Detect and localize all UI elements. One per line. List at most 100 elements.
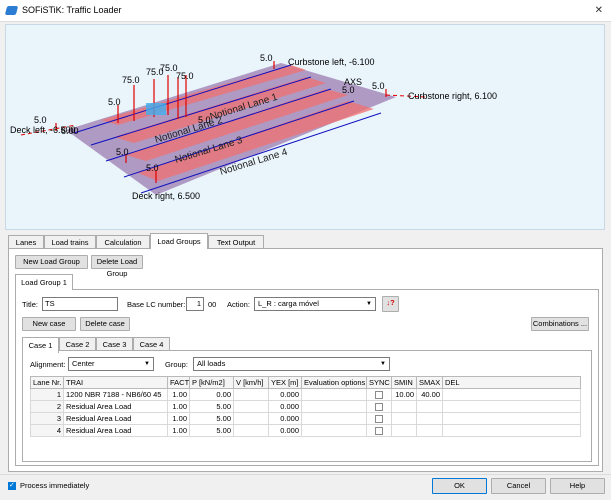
sync-checkbox[interactable] [375, 415, 383, 423]
ok-button[interactable]: OK [432, 478, 487, 494]
new-case-button[interactable]: New case [22, 317, 76, 331]
col-smin: SMIN [391, 376, 417, 389]
tab-load-group-1[interactable]: Load Group 1 [15, 274, 73, 290]
action-select[interactable]: L_R : carga móvel ▼ [254, 297, 376, 311]
tab-load-trains[interactable]: Load trains [44, 235, 96, 249]
sync-checkbox[interactable] [375, 391, 383, 399]
combinations-button[interactable]: Combinations ... [531, 317, 589, 331]
cell-v[interactable] [233, 424, 269, 437]
bridge-deck-drawing: Notional Lane 1 Notional Lane 2 Notional… [10, 53, 497, 201]
cell-sync[interactable] [366, 412, 392, 425]
cell-eval[interactable] [301, 388, 367, 401]
cases-table[interactable]: Lane Nr. TRAI FACT P [kN/m2] V [km/h] YE… [30, 376, 581, 437]
action-info-button[interactable]: ↓? [382, 296, 399, 312]
deck-left-num: 6.00 [61, 126, 79, 136]
col-yex: YEX [m] [268, 376, 302, 389]
col-lane-nr: Lane Nr. [30, 376, 64, 389]
cell-fact[interactable]: 1.00 [167, 400, 190, 413]
cell-trai[interactable]: Residual Area Load [63, 412, 168, 425]
cell-fact[interactable]: 1.00 [167, 388, 190, 401]
col-eval: Evaluation options [301, 376, 367, 389]
cell-smin[interactable] [391, 424, 417, 437]
tab-text-output[interactable]: Text Output [208, 235, 264, 249]
cell-yex[interactable]: 0.000 [268, 388, 302, 401]
cell-del[interactable] [442, 400, 581, 413]
base-lc-input[interactable]: 1 [186, 297, 204, 311]
cell-del[interactable] [442, 424, 581, 437]
process-immediately-checkbox[interactable] [8, 481, 16, 490]
col-sync: SYNC [366, 376, 392, 389]
tab-lanes[interactable]: Lanes [8, 235, 44, 249]
table-row[interactable]: 3 Residual Area Load 1.00 5.00 0.000 [30, 412, 581, 425]
cell-yex[interactable]: 0.000 [268, 412, 302, 425]
load-value: 5.0 [372, 81, 385, 91]
cell-lane-nr: 1 [30, 388, 64, 401]
cell-smax[interactable] [416, 400, 443, 413]
cell-smin[interactable]: 10.00 [391, 388, 417, 401]
title-input[interactable]: TS [42, 297, 118, 311]
curbstone-right-label: Curbstone right, 6.100 [408, 91, 497, 101]
base-lc-suffix: 00 [208, 300, 217, 309]
chevron-down-icon: ▼ [380, 361, 386, 367]
cell-fact[interactable]: 1.00 [167, 412, 190, 425]
cell-smax[interactable]: 40.00 [416, 388, 443, 401]
cell-lane-nr: 4 [30, 424, 64, 437]
load-value: 5.0 [116, 147, 129, 157]
sync-checkbox[interactable] [375, 403, 383, 411]
cell-sync[interactable] [366, 424, 392, 437]
cell-yex[interactable]: 0.000 [268, 424, 302, 437]
cell-eval[interactable] [301, 424, 367, 437]
alignment-select[interactable]: Center ▼ [68, 357, 154, 371]
new-load-group-button[interactable]: New Load Group [15, 255, 88, 269]
cell-smin[interactable] [391, 412, 417, 425]
cell-p[interactable]: 5.00 [189, 424, 234, 437]
load-value: 75.0 [122, 75, 140, 85]
help-button[interactable]: Help [550, 478, 605, 494]
cell-del[interactable] [442, 388, 581, 401]
cell-p[interactable]: 5.00 [189, 400, 234, 413]
cell-smax[interactable] [416, 412, 443, 425]
tab-case-2[interactable]: Case 2 [59, 337, 96, 351]
cell-v[interactable] [233, 388, 269, 401]
cell-v[interactable] [233, 412, 269, 425]
group-select[interactable]: All loads ▼ [193, 357, 390, 371]
cell-trai[interactable]: Residual Area Load [63, 424, 168, 437]
cell-sync[interactable] [366, 388, 392, 401]
cancel-button[interactable]: Cancel [491, 478, 546, 494]
table-row[interactable]: 1 1200 NBR 7188 - NB6/60 45 1.00 0.00 0.… [30, 388, 581, 401]
cell-yex[interactable]: 0.000 [268, 400, 302, 413]
delete-case-button[interactable]: Delete case [80, 317, 130, 331]
tab-case-3[interactable]: Case 3 [96, 337, 133, 351]
tab-case-1[interactable]: Case 1 [22, 337, 59, 353]
sync-checkbox[interactable] [375, 427, 383, 435]
cell-p[interactable]: 5.00 [189, 412, 234, 425]
close-icon[interactable]: ✕ [595, 5, 603, 16]
tab-load-groups[interactable]: Load Groups [150, 233, 208, 249]
cell-del[interactable] [442, 412, 581, 425]
tab-calculation[interactable]: Calculation [96, 235, 150, 249]
cell-v[interactable] [233, 400, 269, 413]
cell-trai[interactable]: Residual Area Load [63, 400, 168, 413]
model-viewport[interactable]: Notional Lane 1 Notional Lane 2 Notional… [5, 24, 605, 230]
cell-sync[interactable] [366, 400, 392, 413]
cell-eval[interactable] [301, 412, 367, 425]
col-fact: FACT [167, 376, 190, 389]
action-label: Action: [227, 300, 250, 309]
load-value: 5.0 [108, 97, 121, 107]
tab-case-4[interactable]: Case 4 [133, 337, 170, 351]
load-value: 5.0 [260, 53, 273, 63]
table-row[interactable]: 4 Residual Area Load 1.00 5.00 0.000 [30, 424, 581, 437]
wheel-patch [146, 103, 166, 115]
main-tab-bar: Lanes Load trains Calculation Load Group… [8, 233, 603, 249]
table-row[interactable]: 2 Residual Area Load 1.00 5.00 0.000 [30, 400, 581, 413]
load-value: 75.0 [160, 63, 178, 73]
title-label: Title: [22, 300, 38, 309]
cell-smin[interactable] [391, 400, 417, 413]
delete-load-group-button[interactable]: Delete Load Group [91, 255, 143, 278]
cell-p[interactable]: 0.00 [189, 388, 234, 401]
cell-trai[interactable]: 1200 NBR 7188 - NB6/60 45 [63, 388, 168, 401]
cell-smax[interactable] [416, 424, 443, 437]
cell-eval[interactable] [301, 400, 367, 413]
app-icon [4, 6, 19, 15]
cell-fact[interactable]: 1.00 [167, 424, 190, 437]
